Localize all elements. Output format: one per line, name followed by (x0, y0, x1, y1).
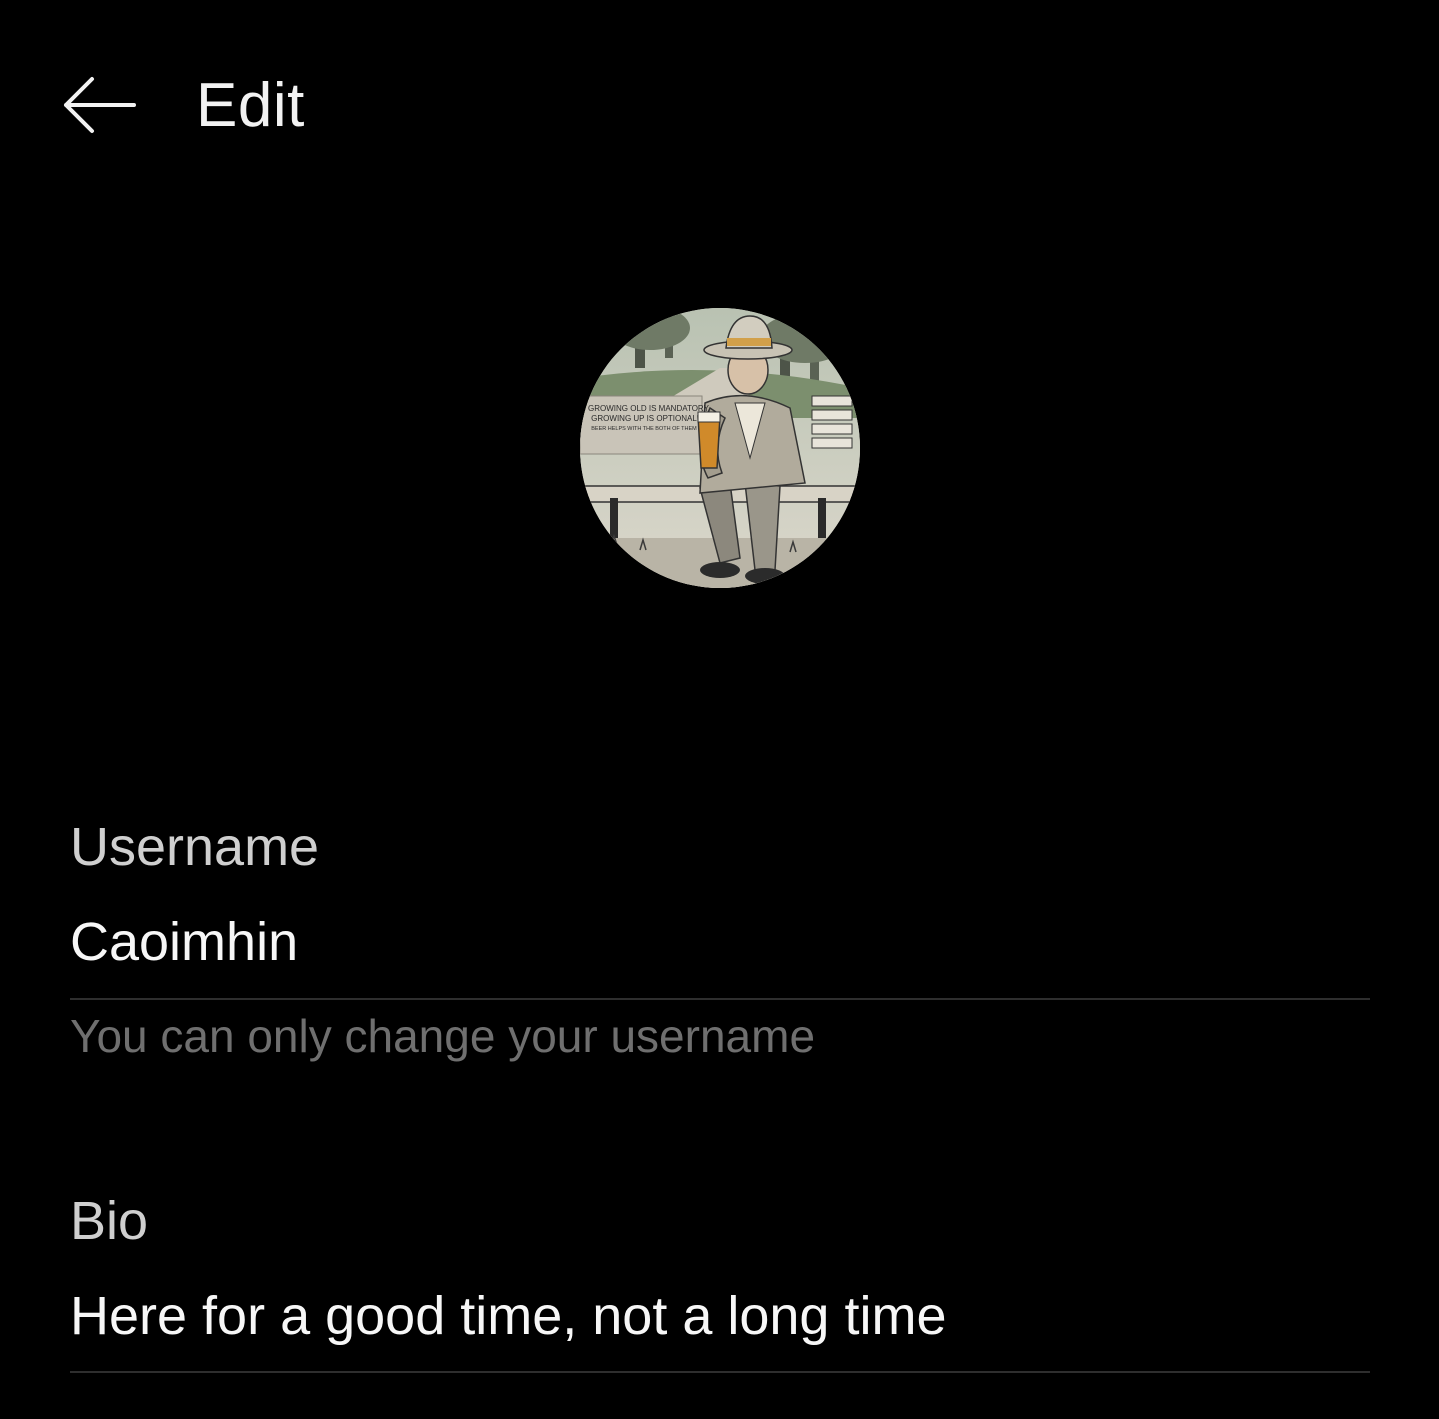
page-title: Edit (196, 71, 305, 140)
avatar-sign-text: GROWING OLD IS MANDATORY, GROWING UP IS … (588, 404, 711, 434)
avatar-image (580, 308, 860, 588)
bio-field[interactable]: Here for a good time, not a long time (70, 1284, 1370, 1364)
back-button[interactable] (56, 70, 140, 140)
sign-line: GROWING OLD IS MANDATORY, (588, 404, 711, 413)
username-field[interactable]: Caoimhin (70, 910, 1370, 990)
top-bar: Edit (0, 0, 1439, 210)
sign-line: GROWING UP IS OPTIONAL (591, 414, 697, 423)
bio-label: Bio (70, 1191, 149, 1251)
bio-divider (70, 1371, 1370, 1373)
avatar[interactable]: GROWING OLD IS MANDATORY, GROWING UP IS … (580, 308, 860, 588)
edit-profile-screen: Edit GROWING OLD IS MANDATORY, GROWING U… (0, 0, 1439, 1419)
sign-line: BEER HELPS WITH THE BOTH OF THEM (591, 426, 697, 432)
arrow-left-icon (64, 77, 136, 133)
username-hint: You can only change your username (70, 1010, 816, 1062)
username-divider (70, 998, 1370, 1000)
username-label: Username (70, 817, 320, 877)
